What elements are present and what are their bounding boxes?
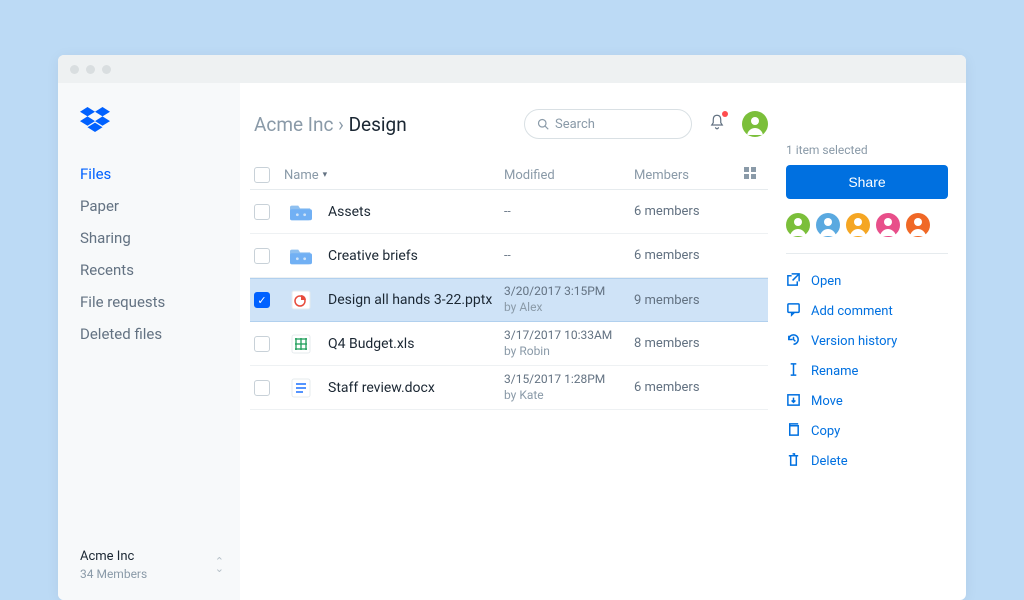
view-toggle-icon[interactable] <box>744 167 764 183</box>
member-avatar[interactable] <box>876 213 900 237</box>
file-type-icon <box>290 377 312 399</box>
members-cell: 6 members <box>634 380 764 395</box>
breadcrumb-sep: › <box>338 113 344 136</box>
action-copy[interactable]: Copy <box>786 422 948 441</box>
sidebar-item-files[interactable]: Files <box>80 165 240 183</box>
sidebar-item-paper[interactable]: Paper <box>80 197 240 215</box>
file-name: Staff review.docx <box>328 380 435 396</box>
action-rename[interactable]: Rename <box>786 362 948 381</box>
action-label: Rename <box>811 364 858 379</box>
members-cell: 8 members <box>634 336 764 351</box>
modified-cell: 3/20/2017 3:15PMby Alex <box>504 284 634 315</box>
breadcrumb: Acme Inc › Design <box>254 113 407 136</box>
action-label: Move <box>811 394 843 409</box>
action-label: Add comment <box>811 304 893 319</box>
table-header: Name ▾ Modified Members <box>250 161 768 190</box>
action-move[interactable]: Move <box>786 392 948 411</box>
file-name: Assets <box>328 204 371 220</box>
table-row[interactable]: Q4 Budget.xls 3/17/2017 10:33AMby Robin8 … <box>250 322 768 366</box>
row-checkbox[interactable]: ✓ <box>254 292 270 308</box>
app-window: Files Paper Sharing Recents File request… <box>58 55 966 600</box>
search-input[interactable]: Search <box>524 109 692 139</box>
member-avatar[interactable] <box>816 213 840 237</box>
select-all-checkbox[interactable] <box>254 167 270 183</box>
traffic-light-close[interactable] <box>70 65 79 74</box>
file-name: Q4 Budget.xls <box>328 336 414 352</box>
member-avatars <box>786 213 948 254</box>
traffic-light-minimize[interactable] <box>86 65 95 74</box>
file-type-icon <box>290 245 312 267</box>
action-history[interactable]: Version history <box>786 332 948 351</box>
members-cell: 9 members <box>634 293 764 308</box>
modified-cell: -- <box>504 204 634 220</box>
action-label: Open <box>811 274 841 289</box>
row-checkbox[interactable] <box>254 204 270 220</box>
user-avatar[interactable] <box>742 111 768 137</box>
notifications-button[interactable] <box>708 113 726 135</box>
file-type-icon <box>290 289 312 311</box>
traffic-light-zoom[interactable] <box>102 65 111 74</box>
column-modified[interactable]: Modified <box>504 168 634 183</box>
delete-icon <box>786 452 801 471</box>
org-switcher[interactable]: Acme Inc 34 Members ⌃⌄ <box>80 548 240 582</box>
action-label: Delete <box>811 454 848 469</box>
main-content: Acme Inc › Design Search <box>240 83 786 600</box>
members-cell: 6 members <box>634 204 764 219</box>
detail-panel: 1 item selected Share Open Add comment Ver… <box>786 83 966 600</box>
row-checkbox[interactable] <box>254 248 270 264</box>
window-titlebar <box>58 55 966 83</box>
modified-cell: 3/15/2017 1:28PMby Kate <box>504 372 634 403</box>
file-list: Assets--6 membersCreative briefs--6 memb… <box>250 190 768 410</box>
comment-icon <box>786 302 801 321</box>
rename-icon <box>786 362 801 381</box>
search-icon <box>537 118 549 130</box>
org-members: 34 Members <box>80 566 147 582</box>
org-chevron-icon: ⌃⌄ <box>215 558 224 572</box>
members-cell: 6 members <box>634 248 764 263</box>
breadcrumb-parent[interactable]: Acme Inc <box>254 113 333 136</box>
file-actions: Open Add comment Version history Rename Move… <box>786 272 948 471</box>
table-row[interactable]: Assets --6 members <box>250 190 768 234</box>
column-name[interactable]: Name ▾ <box>284 168 504 183</box>
file-name: Creative briefs <box>328 248 418 264</box>
breadcrumb-current: Design <box>349 113 407 136</box>
sidebar-item-sharing[interactable]: Sharing <box>80 229 240 247</box>
sort-arrow-icon: ▾ <box>323 170 328 180</box>
column-members[interactable]: Members <box>634 168 744 183</box>
open-icon <box>786 272 801 291</box>
share-button[interactable]: Share <box>786 165 948 199</box>
org-name: Acme Inc <box>80 548 147 566</box>
member-avatar[interactable] <box>906 213 930 237</box>
action-open[interactable]: Open <box>786 272 948 291</box>
copy-icon <box>786 422 801 441</box>
move-icon <box>786 392 801 411</box>
row-checkbox[interactable] <box>254 336 270 352</box>
table-row[interactable]: Staff review.docx 3/15/2017 1:28PMby Kate… <box>250 366 768 410</box>
sidebar-item-recents[interactable]: Recents <box>80 261 240 279</box>
sidebar: Files Paper Sharing Recents File request… <box>58 83 240 600</box>
row-checkbox[interactable] <box>254 380 270 396</box>
sidebar-item-deleted-files[interactable]: Deleted files <box>80 325 240 343</box>
table-row[interactable]: Creative briefs --6 members <box>250 234 768 278</box>
member-avatar[interactable] <box>846 213 870 237</box>
action-label: Version history <box>811 334 897 349</box>
search-placeholder: Search <box>555 117 595 132</box>
notification-badge <box>722 111 728 117</box>
modified-cell: -- <box>504 248 634 264</box>
file-name: Design all hands 3-22.pptx <box>328 292 492 308</box>
sidebar-nav: Files Paper Sharing Recents File request… <box>80 165 240 343</box>
sidebar-item-file-requests[interactable]: File requests <box>80 293 240 311</box>
table-row[interactable]: ✓ Design all hands 3-22.pptx 3/20/2017 3:1… <box>250 278 768 322</box>
selection-count: 1 item selected <box>786 143 948 157</box>
action-delete[interactable]: Delete <box>786 452 948 471</box>
dropbox-logo-icon[interactable] <box>80 107 240 137</box>
file-type-icon <box>290 333 312 355</box>
file-type-icon <box>290 201 312 223</box>
member-avatar[interactable] <box>786 213 810 237</box>
action-label: Copy <box>811 424 840 439</box>
modified-cell: 3/17/2017 10:33AMby Robin <box>504 328 634 359</box>
action-comment[interactable]: Add comment <box>786 302 948 321</box>
history-icon <box>786 332 801 351</box>
